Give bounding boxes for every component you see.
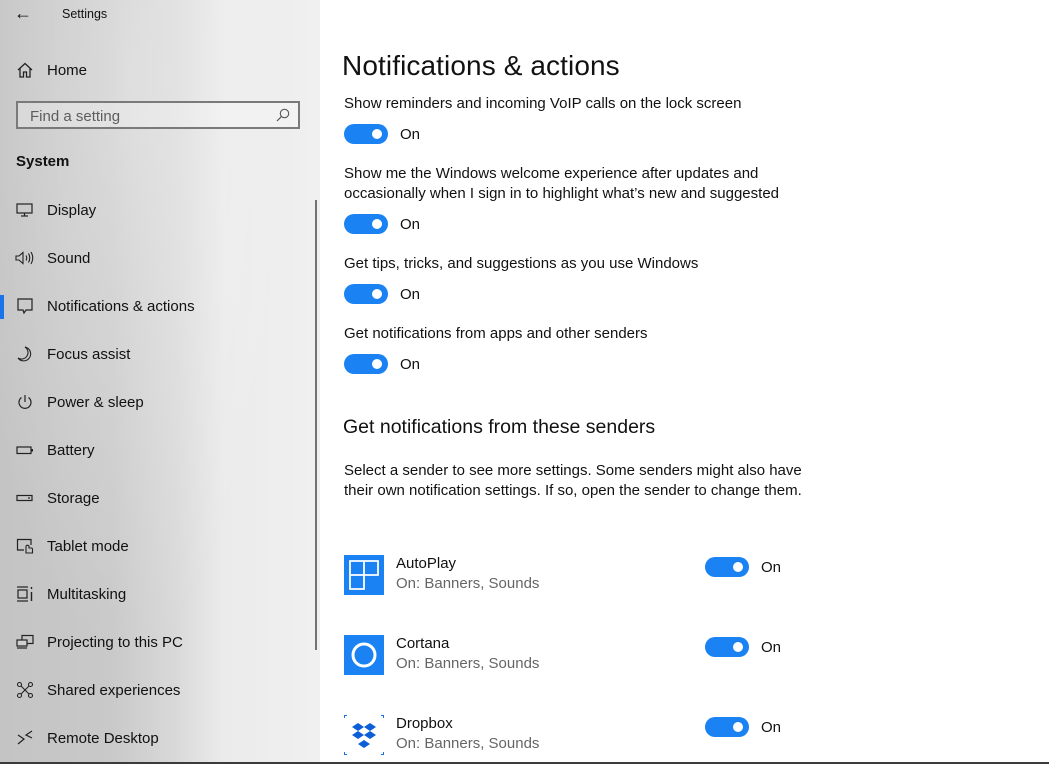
toggle-switch[interactable] — [344, 284, 388, 304]
sidebar-nav: Display Sound Notifications & actions Fo… — [0, 186, 320, 762]
autoplay-icon — [344, 555, 384, 595]
sidebar-item-label: Display — [47, 201, 97, 219]
main-content: Notifications & actions Show reminders a… — [320, 0, 1049, 764]
setting-description: Show me the Windows welcome experience a… — [344, 165, 779, 202]
sidebar-item-label: Power & sleep — [47, 393, 144, 411]
home-label: Home — [47, 61, 88, 79]
search-input[interactable] — [28, 103, 272, 129]
toggle-knob — [733, 642, 743, 652]
app-title: Settings — [62, 7, 108, 21]
notifications-icon — [17, 298, 33, 315]
sidebar-item-label: Tablet mode — [47, 537, 129, 555]
page-title: Notifications & actions — [342, 50, 620, 81]
toggle-knob — [372, 359, 382, 369]
toggle-state-label: On — [400, 215, 421, 233]
toggle-switch[interactable] — [705, 637, 749, 657]
multitasking-icon — [17, 586, 33, 602]
sidebar-item-label: Multitasking — [47, 585, 127, 603]
power-icon — [18, 395, 32, 409]
remote-desktop-icon — [17, 730, 33, 745]
toggle-switch[interactable] — [705, 717, 749, 737]
toggle-switch[interactable] — [705, 557, 749, 577]
projecting-icon — [16, 634, 34, 649]
sender-autoplay[interactable]: AutoPlay On: Banners, Sounds On — [344, 555, 804, 597]
sidebar: ← Settings Home System Display Sound Not… — [0, 0, 320, 764]
sidebar-item-storage[interactable]: Storage — [0, 474, 320, 522]
sidebar-item-notifications[interactable]: Notifications & actions — [0, 282, 320, 330]
sidebar-item-label: Projecting to this PC — [47, 633, 183, 651]
toggle-switch[interactable] — [344, 354, 388, 374]
sidebar-item-label: Sound — [47, 249, 91, 267]
moon-icon — [17, 346, 32, 362]
sidebar-item-sound[interactable]: Sound — [0, 234, 320, 282]
setting-welcome-experience: Show me the Windows welcome experience a… — [344, 164, 804, 234]
sender-name: AutoPlay — [396, 555, 457, 572]
sender-cortana[interactable]: Cortana On: Banners, Sounds On — [344, 635, 804, 677]
setting-lock-screen-reminders: Show reminders and incoming VoIP calls o… — [344, 94, 804, 144]
sidebar-item-label: Remote Desktop — [47, 729, 159, 747]
search-icon[interactable] — [275, 107, 291, 123]
setting-tips-tricks: Get tips, tricks, and suggestions as you… — [344, 254, 804, 304]
sidebar-item-shared-experiences[interactable]: Shared experiences — [0, 666, 320, 714]
sidebar-item-label: Storage — [47, 489, 100, 507]
sender-dropbox[interactable]: Dropbox On: Banners, Sounds On — [344, 715, 804, 757]
tablet-mode-icon — [16, 538, 34, 554]
toggle-state-label: On — [761, 718, 782, 736]
sidebar-item-remote-desktop[interactable]: Remote Desktop — [0, 714, 320, 762]
toggle-knob — [733, 722, 743, 732]
sidebar-item-label: Shared experiences — [47, 681, 181, 699]
section-label-system: System — [16, 153, 70, 170]
sender-status: On: Banners, Sounds — [396, 655, 540, 672]
toggle-state-label: On — [400, 125, 421, 143]
toggle-switch[interactable] — [344, 124, 388, 144]
senders-heading: Get notifications from these senders — [343, 416, 656, 438]
sidebar-item-multitasking[interactable]: Multitasking — [0, 570, 320, 618]
toggle-state-label: On — [400, 355, 421, 373]
storage-icon — [16, 494, 33, 502]
sidebar-home[interactable]: Home — [16, 58, 87, 82]
sidebar-item-tablet-mode[interactable]: Tablet mode — [0, 522, 320, 570]
toggle-state-label: On — [761, 638, 782, 656]
setting-description: Show reminders and incoming VoIP calls o… — [344, 95, 742, 112]
battery-icon — [16, 446, 33, 455]
toggle-state-label: On — [761, 558, 782, 576]
sound-icon — [15, 251, 34, 265]
setting-description: Get tips, tricks, and suggestions as you… — [344, 255, 699, 272]
sidebar-item-projecting[interactable]: Projecting to this PC — [0, 618, 320, 666]
home-icon — [17, 62, 33, 78]
title-bar: ← Settings — [0, 0, 320, 28]
shared-experiences-icon — [16, 681, 34, 699]
senders-description: Select a sender to see more settings. So… — [344, 462, 802, 499]
toggle-knob — [372, 129, 382, 139]
dropbox-icon — [344, 715, 384, 755]
sidebar-item-focus-assist[interactable]: Focus assist — [0, 330, 320, 378]
sidebar-scrollbar[interactable] — [315, 200, 317, 650]
sidebar-item-battery[interactable]: Battery — [0, 426, 320, 474]
sender-name: Cortana — [396, 635, 450, 652]
toggle-switch[interactable] — [344, 214, 388, 234]
sender-status: On: Banners, Sounds — [396, 575, 540, 592]
display-icon — [16, 203, 33, 217]
sender-status: On: Banners, Sounds — [396, 735, 540, 752]
sidebar-item-label: Focus assist — [47, 345, 131, 363]
sidebar-item-display[interactable]: Display — [0, 186, 320, 234]
toggle-state-label: On — [400, 285, 421, 303]
toggle-knob — [733, 562, 743, 572]
cortana-icon — [344, 635, 384, 675]
toggle-knob — [372, 219, 382, 229]
back-button[interactable]: ← — [14, 3, 34, 23]
sidebar-item-label: Notifications & actions — [47, 297, 195, 315]
search-box[interactable] — [16, 101, 300, 129]
toggle-knob — [372, 289, 382, 299]
sender-name: Dropbox — [396, 715, 453, 732]
setting-app-notifications: Get notifications from apps and other se… — [344, 324, 804, 374]
sidebar-item-label: Battery — [47, 441, 95, 459]
setting-description: Get notifications from apps and other se… — [344, 325, 648, 342]
sidebar-item-power-sleep[interactable]: Power & sleep — [0, 378, 320, 426]
